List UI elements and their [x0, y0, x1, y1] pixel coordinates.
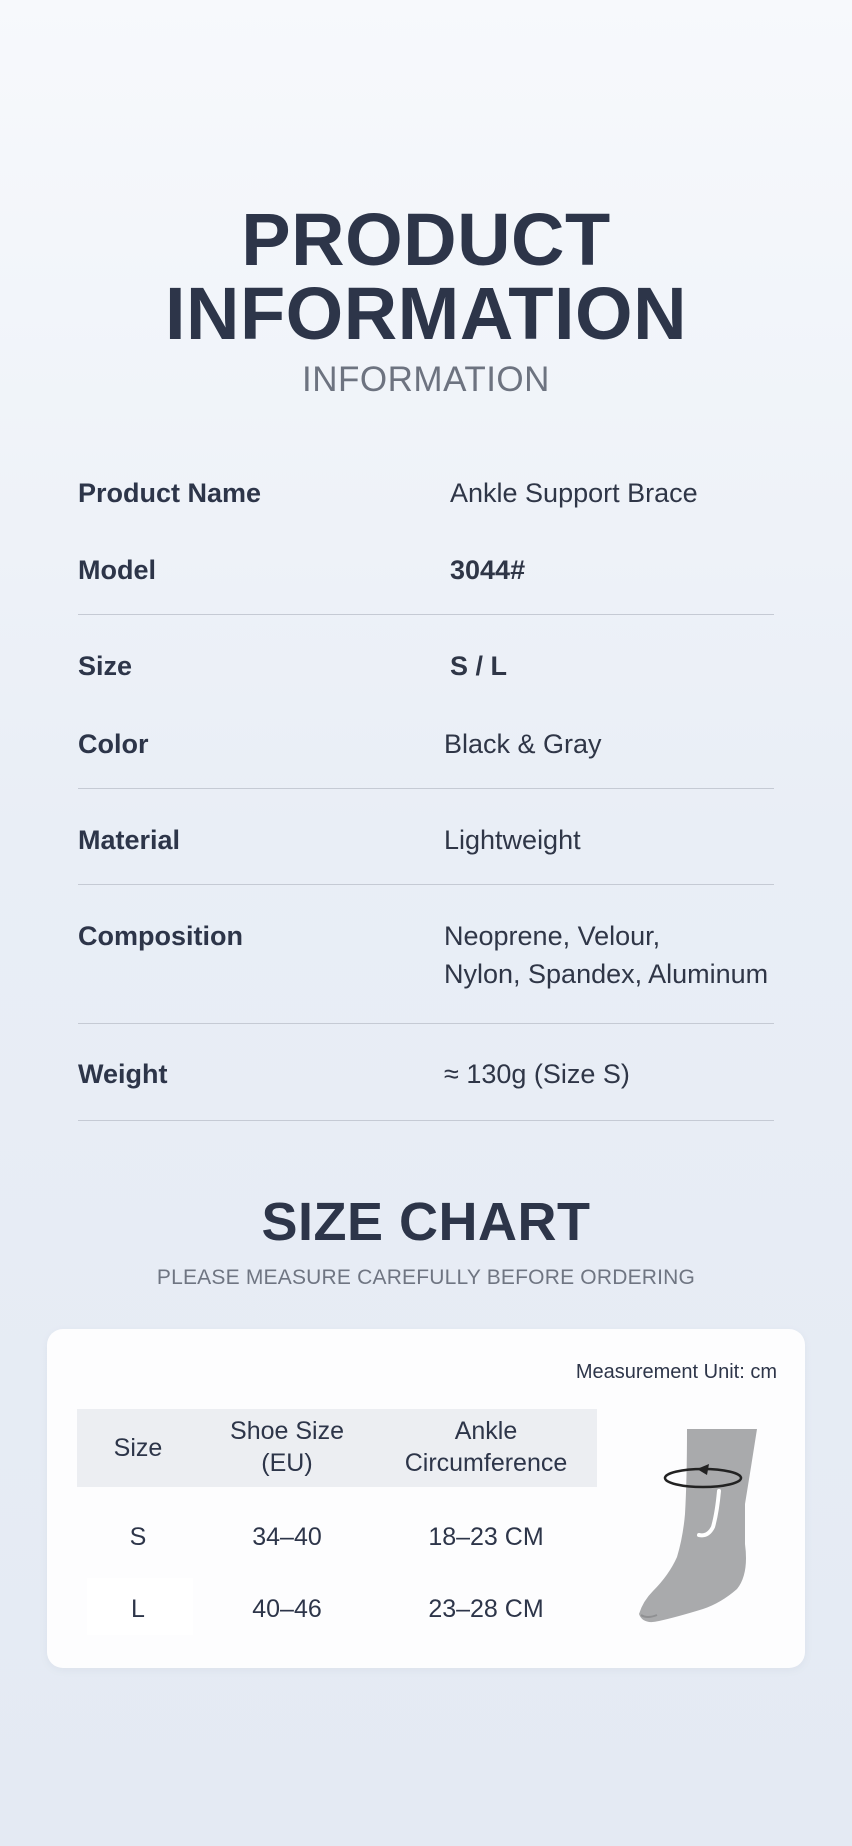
size-chart-title: SIZE CHART — [261, 1192, 591, 1252]
model-label: Model — [78, 555, 156, 585]
page-subtitle: INFORMATION — [302, 360, 550, 399]
size-value: S / L — [450, 651, 508, 681]
composition-value-line1: Neoprene, Velour, — [444, 921, 661, 951]
header-ankle-line1: Ankle — [454, 1417, 518, 1445]
size-chart-subtitle: PLEASE MEASURE CAREFULLY BEFORE ORDERING — [156, 1266, 696, 1289]
cell-size: S — [129, 1523, 147, 1551]
header-shoe-size-line1: Shoe Size — [230, 1417, 344, 1445]
divider — [78, 614, 774, 615]
size-label: Size — [78, 651, 133, 681]
header-size: Size — [113, 1434, 163, 1462]
header-ankle-line2: Circumference — [404, 1449, 568, 1477]
cell-shoe-size: 34–40 — [252, 1523, 322, 1551]
weight-label: Weight — [78, 1059, 168, 1089]
cell-size: L — [131, 1595, 145, 1623]
measurement-unit: Measurement Unit: cm — [575, 1361, 777, 1383]
composition-value-line2: Nylon, Spandex, Aluminum — [444, 959, 769, 989]
cell-shoe-size: 40–46 — [252, 1595, 322, 1623]
page-title-line2: INFORMATION — [164, 272, 688, 355]
size-chart-card: Measurement Unit: cm Size Shoe Size (EU)… — [47, 1329, 805, 1668]
cell-ankle-circumference: 23–28 CM — [428, 1595, 544, 1623]
cell-ankle-circumference: 18–23 CM — [428, 1523, 544, 1551]
divider — [78, 788, 774, 789]
info-row-composition: Composition Neoprene, Velour, Nylon, Spa… — [78, 917, 774, 997]
divider — [78, 1023, 774, 1024]
composition-label: Composition — [78, 921, 243, 951]
color-label: Color — [78, 729, 149, 759]
ankle-measure-icon — [639, 1429, 757, 1623]
model-value: 3044# — [450, 555, 526, 585]
divider — [78, 884, 774, 885]
divider — [78, 1120, 774, 1121]
product-name-value: Ankle Support Brace — [450, 478, 698, 508]
material-value: Lightweight — [444, 825, 581, 855]
product-name-label: Product Name — [78, 478, 262, 508]
color-value: Black & Gray — [444, 729, 602, 759]
page-title-line1: PRODUCT — [241, 198, 611, 281]
header-shoe-size-line2: (EU) — [261, 1449, 313, 1477]
weight-value: ≈ 130g (Size S) — [444, 1059, 630, 1089]
material-label: Material — [78, 825, 181, 855]
